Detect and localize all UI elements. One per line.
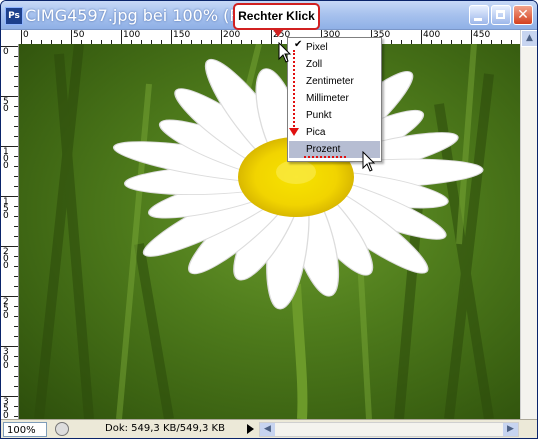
- arrow-up-icon: ▲: [526, 33, 533, 43]
- mouse-pointer-icon: [362, 151, 376, 172]
- scroll-left-button[interactable]: ◀: [260, 423, 275, 436]
- annotation-arrow: [293, 50, 295, 130]
- ruler-label: 50: [3, 97, 9, 114]
- menu-item-pixel[interactable]: ✔ Pixel: [289, 39, 380, 56]
- ruler-tick: [14, 56, 18, 57]
- ruler-tick: [471, 30, 472, 44]
- ruler-label: 350: [3, 397, 9, 420]
- menu-item-pica[interactable]: Pica: [289, 124, 380, 141]
- close-icon: ✕: [517, 7, 529, 23]
- ruler-tick: [14, 106, 18, 107]
- vertical-scrollbar[interactable]: ▲: [520, 30, 537, 419]
- ruler-tick: [14, 366, 18, 367]
- photoshop-icon: Ps: [5, 7, 23, 25]
- menu-item-label: Zoll: [306, 59, 323, 70]
- ruler-label: 200: [3, 247, 9, 271]
- ruler-label: 100: [3, 147, 9, 171]
- ruler-label: 0: [3, 47, 9, 57]
- ruler-label: 150: [173, 30, 191, 40]
- ruler-origin[interactable]: [1, 30, 19, 45]
- menu-item-zoll[interactable]: Zoll: [289, 56, 380, 73]
- ruler-label: 300: [3, 347, 9, 371]
- ruler-tick: [14, 256, 18, 257]
- zoom-input[interactable]: 100%: [3, 422, 47, 437]
- ruler-label: 400: [423, 30, 441, 40]
- ruler-tick: [14, 86, 18, 87]
- scroll-up-button[interactable]: ▲: [521, 30, 537, 47]
- mouse-pointer-icon: [278, 42, 292, 63]
- ruler-tick: [14, 66, 18, 67]
- ruler-tick: [14, 206, 18, 207]
- ruler-tick: [14, 236, 18, 237]
- document-size-info: Dok: 549,3 KB/549,3 KB: [105, 423, 225, 434]
- ruler-tick: [14, 136, 18, 137]
- ruler-tick: [14, 306, 18, 307]
- menu-item-punkt[interactable]: Punkt: [289, 107, 380, 124]
- ruler-tick: [14, 226, 18, 227]
- menu-item-label: Zentimeter: [306, 76, 354, 87]
- ruler-label: 50: [73, 30, 85, 40]
- vertical-ruler[interactable]: 0 50 100 150 200 250 300 350: [1, 44, 19, 419]
- minimize-button[interactable]: [469, 5, 489, 25]
- ruler-tick: [71, 30, 72, 44]
- arrow-down-icon: [289, 128, 299, 136]
- ruler-tick: [14, 356, 18, 357]
- maximize-icon: [496, 10, 505, 19]
- minimize-icon: [474, 18, 482, 21]
- ruler-tick: [14, 336, 18, 337]
- ruler-tick: [14, 116, 18, 117]
- ruler-label: 150: [3, 197, 9, 221]
- arrow-right-icon: ▶: [507, 424, 514, 434]
- ruler-tick: [14, 416, 18, 417]
- document-window: Ps CIMG4597.jpg bei 100% (RGB/8) ✕ 0 50 10…: [0, 0, 538, 439]
- menu-item-label: Millimeter: [306, 93, 349, 104]
- ruler-label: 200: [223, 30, 241, 40]
- ruler-tick: [14, 316, 18, 317]
- checkmark-icon: ✔: [294, 39, 303, 50]
- ruler-tick: [14, 186, 18, 187]
- daisy-photo: [34, 44, 494, 419]
- menu-item-label: Pixel: [306, 42, 328, 53]
- ruler-tick: [14, 286, 18, 287]
- arrow-left-icon: ◀: [264, 424, 271, 434]
- ruler-tick: [14, 276, 18, 277]
- image-canvas[interactable]: [19, 44, 520, 419]
- right-click-callout: Rechter Klick: [233, 3, 320, 30]
- ruler-tick: [14, 376, 18, 377]
- ruler-tick: [171, 30, 172, 44]
- maximize-button[interactable]: [491, 5, 511, 25]
- ruler-tick: [14, 76, 18, 77]
- ruler-tick: [14, 406, 18, 407]
- menu-item-zentimeter[interactable]: Zentimeter: [289, 73, 380, 90]
- ruler-tick: [14, 216, 18, 217]
- ruler-label: 450: [473, 30, 491, 40]
- ruler-label: 0: [23, 30, 29, 40]
- ruler-tick: [221, 30, 222, 44]
- ruler-tick: [421, 30, 422, 44]
- status-info-icon[interactable]: [55, 422, 69, 436]
- ruler-tick: [14, 126, 18, 127]
- horizontal-scrollbar[interactable]: ◀ ▶: [259, 422, 519, 437]
- ruler-tick: [21, 30, 22, 44]
- scroll-right-button[interactable]: ▶: [503, 423, 518, 436]
- menu-item-label: Pica: [306, 127, 326, 138]
- status-bar: 100% Dok: 549,3 KB/549,3 KB ◀ ▶: [1, 419, 537, 438]
- close-button[interactable]: ✕: [513, 5, 533, 25]
- status-menu-arrow-icon[interactable]: [247, 424, 254, 434]
- ruler-tick: [14, 156, 18, 157]
- ruler-label: 250: [3, 297, 9, 321]
- ruler-tick: [14, 166, 18, 167]
- menu-item-label: Punkt: [306, 110, 332, 121]
- callout-tail: [272, 28, 284, 37]
- ruler-tick: [14, 266, 18, 267]
- ruler-tick: [14, 326, 18, 327]
- annotation-underline: [304, 156, 346, 158]
- ruler-tick: [121, 30, 122, 44]
- ruler-units-context-menu: ✔ Pixel Zoll Zentimeter Millimeter Punkt…: [287, 37, 382, 162]
- menu-item-millimeter[interactable]: Millimeter: [289, 90, 380, 107]
- ruler-label: 100: [123, 30, 141, 40]
- ruler-tick: [14, 386, 18, 387]
- ruler-tick: [14, 176, 18, 177]
- horizontal-ruler[interactable]: 050100150200250300350400450500: [18, 30, 520, 45]
